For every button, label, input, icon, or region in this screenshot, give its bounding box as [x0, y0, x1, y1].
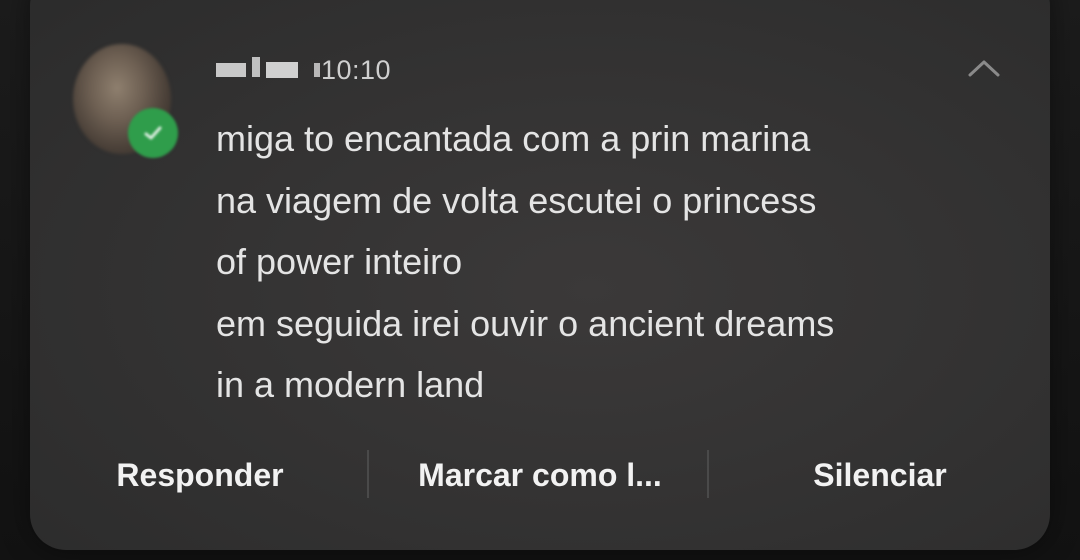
- action-divider: [367, 450, 369, 498]
- message-line: in a modern land: [216, 364, 485, 405]
- message-line: of power inteiro: [216, 241, 463, 282]
- message-body: miga to encantada com a prin marina na v…: [216, 108, 976, 416]
- mute-button[interactable]: Silenciar: [710, 440, 1050, 510]
- message-line: miga to encantada com a prin marina: [216, 118, 811, 159]
- notification-time: 10:10: [321, 54, 392, 85]
- notification-header: 10:10: [216, 52, 391, 88]
- whatsapp-badge-icon: [128, 108, 178, 158]
- chevron-up-icon[interactable]: [966, 56, 1002, 80]
- action-divider: [707, 450, 709, 498]
- redaction-block: [314, 63, 320, 77]
- sender-name-redacted: [216, 57, 320, 78]
- mark-as-read-button[interactable]: Marcar como l...: [370, 440, 710, 510]
- redaction-block: [252, 57, 260, 77]
- reply-button[interactable]: Responder: [30, 440, 370, 510]
- message-line: em seguida irei ouvir o ancient dreams: [216, 302, 835, 344]
- message-line: na viagem de volta escutei o princess: [216, 179, 817, 221]
- redaction-block: [216, 63, 246, 77]
- redaction-block: [266, 62, 298, 78]
- notification-actions: Responder Marcar como l... Silenciar: [30, 440, 1050, 510]
